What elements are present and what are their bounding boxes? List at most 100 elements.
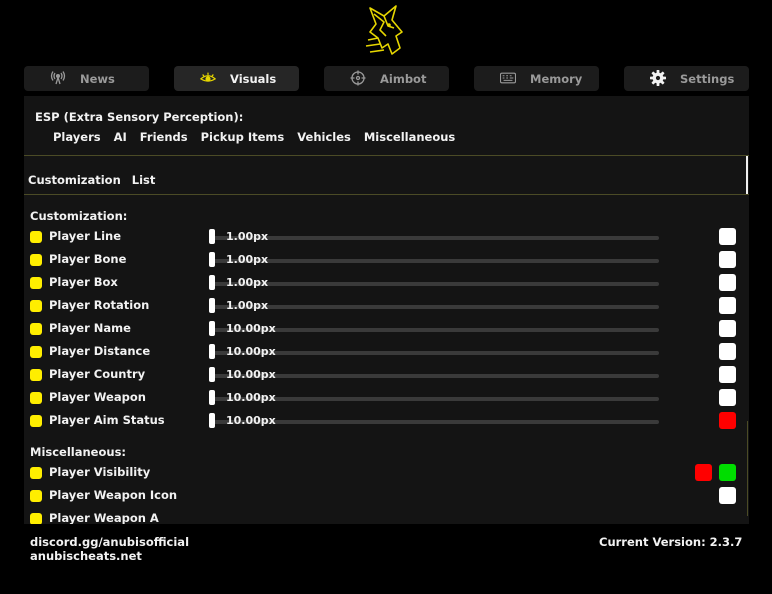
size-slider-track[interactable] bbox=[211, 259, 659, 263]
size-slider-thumb[interactable] bbox=[209, 275, 215, 290]
mode-list[interactable]: List bbox=[132, 173, 156, 187]
visuals-panel: ESP (Extra Sensory Perception): Players … bbox=[24, 96, 749, 524]
color-swatch[interactable] bbox=[719, 297, 736, 314]
tab-visuals[interactable]: Visuals bbox=[174, 66, 299, 91]
setting-row: Player Bone 1.00px bbox=[24, 250, 749, 272]
setting-row: Player Box 1.00px bbox=[24, 273, 749, 295]
size-slider-thumb[interactable] bbox=[209, 367, 215, 382]
size-slider-track[interactable] bbox=[211, 397, 659, 401]
size-value: 1.00px bbox=[226, 276, 269, 289]
color-swatch[interactable] bbox=[719, 412, 736, 429]
tab-news[interactable]: News bbox=[24, 66, 149, 91]
subtab-miscellaneous[interactable]: Miscellaneous bbox=[364, 130, 455, 144]
toggle-checkbox[interactable] bbox=[30, 369, 42, 381]
size-value: 10.00px bbox=[226, 414, 276, 427]
size-value: 1.00px bbox=[226, 253, 269, 266]
esp-title: ESP (Extra Sensory Perception): bbox=[35, 110, 244, 124]
color-swatch[interactable] bbox=[719, 251, 736, 268]
color-swatch[interactable] bbox=[719, 487, 736, 504]
main-tab-bar: News Visuals Aimbot Memory Settings bbox=[24, 66, 749, 91]
size-slider-track[interactable] bbox=[211, 420, 659, 424]
setting-label: Player Rotation bbox=[49, 298, 150, 312]
tab-settings[interactable]: Settings bbox=[624, 66, 749, 91]
color-swatch[interactable] bbox=[719, 343, 736, 360]
size-value: 10.00px bbox=[226, 391, 276, 404]
subtab-players[interactable]: Players bbox=[53, 130, 101, 144]
tab-news-label: News bbox=[80, 72, 115, 86]
setting-label: Player Weapon Icon bbox=[49, 488, 178, 502]
size-slider-track[interactable] bbox=[211, 374, 659, 378]
size-slider-thumb[interactable] bbox=[209, 390, 215, 405]
toggle-checkbox[interactable] bbox=[30, 300, 42, 312]
size-slider-track[interactable] bbox=[211, 305, 659, 309]
subtab-ai[interactable]: AI bbox=[114, 130, 127, 144]
setting-label: Player Country bbox=[49, 367, 146, 381]
size-slider-thumb[interactable] bbox=[209, 252, 215, 267]
tab-settings-label: Settings bbox=[680, 72, 735, 86]
subtab-pickup-items[interactable]: Pickup Items bbox=[201, 130, 285, 144]
tab-memory-label: Memory bbox=[530, 72, 583, 86]
mode-customization[interactable]: Customization bbox=[28, 173, 121, 187]
esp-subtabs: Players AI Friends Pickup Items Vehicles… bbox=[53, 130, 468, 144]
divider bbox=[24, 155, 749, 156]
size-slider-track[interactable] bbox=[211, 282, 659, 286]
toggle-checkbox[interactable] bbox=[30, 231, 42, 243]
color-swatch[interactable] bbox=[695, 464, 712, 481]
toggle-checkbox[interactable] bbox=[30, 323, 42, 335]
toggle-checkbox[interactable] bbox=[30, 346, 42, 358]
toggle-checkbox[interactable] bbox=[30, 392, 42, 404]
size-slider-thumb[interactable] bbox=[209, 321, 215, 336]
size-slider-track[interactable] bbox=[211, 328, 659, 332]
customization-heading: Customization: bbox=[30, 209, 128, 223]
setting-row: Player Distance 10.00px bbox=[24, 342, 749, 364]
subtab-vehicles[interactable]: Vehicles bbox=[297, 130, 351, 144]
size-slider-thumb[interactable] bbox=[209, 413, 215, 428]
setting-label: Player Distance bbox=[49, 344, 151, 358]
toggle-checkbox[interactable] bbox=[30, 415, 42, 427]
setting-row: Player Weapon A bbox=[24, 509, 749, 524]
setting-label: Player Weapon A bbox=[49, 511, 159, 524]
crosshair-icon bbox=[350, 70, 366, 86]
size-slider-thumb[interactable] bbox=[209, 344, 215, 359]
eye-icon bbox=[200, 71, 216, 85]
color-swatch[interactable] bbox=[719, 320, 736, 337]
keyboard-icon bbox=[500, 71, 516, 85]
color-swatch[interactable] bbox=[719, 389, 736, 406]
setting-label: Player Aim Status bbox=[49, 413, 165, 427]
tab-visuals-label: Visuals bbox=[230, 72, 277, 86]
footer-links: discord.gg/anubisofficial anubischeats.n… bbox=[30, 535, 189, 563]
toggle-checkbox[interactable] bbox=[30, 254, 42, 266]
size-value: 1.00px bbox=[226, 230, 269, 243]
discord-link[interactable]: discord.gg/anubisofficial bbox=[30, 535, 189, 549]
version-label: Current Version: 2.3.7 bbox=[599, 535, 743, 549]
tab-aimbot[interactable]: Aimbot bbox=[324, 66, 449, 91]
setting-row: Player Rotation 1.00px bbox=[24, 296, 749, 318]
miscellaneous-heading: Miscellaneous: bbox=[30, 445, 127, 459]
website-link[interactable]: anubischeats.net bbox=[30, 549, 189, 563]
color-swatch[interactable] bbox=[719, 366, 736, 383]
toggle-checkbox[interactable] bbox=[30, 513, 42, 524]
toggle-checkbox[interactable] bbox=[30, 467, 42, 479]
mode-tabs: Customization List bbox=[28, 173, 166, 187]
setting-row: Player Weapon Icon bbox=[24, 486, 749, 508]
setting-row: Player Line 1.00px bbox=[24, 227, 749, 249]
setting-label: Player Bone bbox=[49, 252, 127, 266]
color-swatch[interactable] bbox=[719, 228, 736, 245]
size-slider-thumb[interactable] bbox=[209, 298, 215, 313]
tab-memory[interactable]: Memory bbox=[474, 66, 599, 91]
toggle-checkbox[interactable] bbox=[30, 277, 42, 289]
setting-label: Player Line bbox=[49, 229, 122, 243]
size-slider-thumb[interactable] bbox=[209, 229, 215, 244]
toggle-checkbox[interactable] bbox=[30, 490, 42, 502]
size-value: 10.00px bbox=[226, 322, 276, 335]
color-swatch[interactable] bbox=[719, 274, 736, 291]
size-slider-track[interactable] bbox=[211, 351, 659, 355]
size-slider-track[interactable] bbox=[211, 236, 659, 240]
color-swatch[interactable] bbox=[719, 464, 736, 481]
anubis-logo-icon bbox=[365, 5, 403, 55]
tab-aimbot-label: Aimbot bbox=[380, 72, 427, 86]
subtab-friends[interactable]: Friends bbox=[140, 130, 188, 144]
size-value: 10.00px bbox=[226, 345, 276, 358]
scrollbar[interactable] bbox=[746, 156, 748, 194]
broadcast-icon bbox=[50, 71, 66, 85]
